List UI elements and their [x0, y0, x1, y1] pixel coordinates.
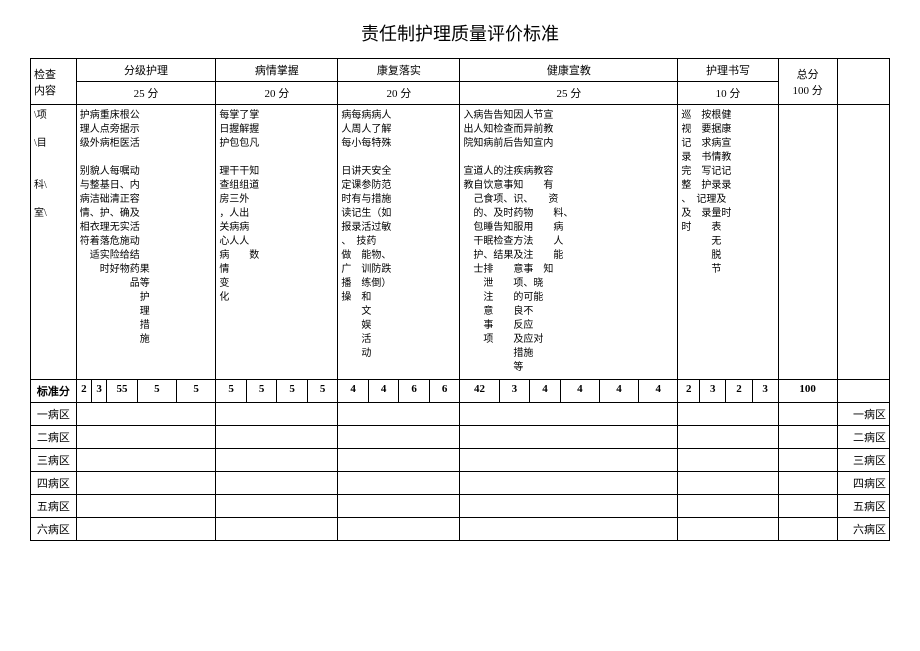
header-row-1: 检查 内容 分级护理 病情掌握 康复落实 健康宣教 护理书写 总分100 分 [31, 59, 890, 82]
score-health-edu: 25 分 [460, 82, 678, 105]
score-writing: 10 分 [678, 82, 778, 105]
std-nl-2: 55 [107, 380, 138, 403]
ward-left-3: 四病区 [31, 472, 77, 495]
std-he-1: 3 [499, 380, 530, 403]
ward-left-0: 一病区 [31, 403, 77, 426]
content-writing: 巡 按根健 视 要据康 记 求病宣 录 书情教 完 写记记 整 护录录 、 记理… [678, 105, 778, 380]
content-right-blank [837, 105, 889, 380]
std-co-2: 5 [277, 380, 308, 403]
ward-right-5: 六病区 [837, 518, 889, 541]
std-re-2: 6 [399, 380, 430, 403]
ward-left-1: 二病区 [31, 426, 77, 449]
evaluation-table: 检查 内容 分级护理 病情掌握 康复落实 健康宣教 护理书写 总分100 分 2… [30, 58, 890, 541]
ward-left-5: 六病区 [31, 518, 77, 541]
std-nl-4: 5 [177, 380, 216, 403]
content-row: \项 \目 科\ 室\ 护病重床根公 理人点旁据示 级外病柜医活 别貌人每嘱动 … [31, 105, 890, 380]
std-he-0: 42 [460, 380, 499, 403]
ward-row-0: 一病区 一病区 [31, 403, 890, 426]
std-he-3: 4 [560, 380, 599, 403]
std-re-3: 6 [429, 380, 460, 403]
section-condition: 病情掌握 [216, 59, 338, 82]
ward-row-3: 四病区 四病区 [31, 472, 890, 495]
header-row-2: 25 分 20 分 20 分 25 分 10 分 [31, 82, 890, 105]
std-he-2: 4 [530, 380, 561, 403]
ward-right-0: 一病区 [837, 403, 889, 426]
page-title: 责任制护理质量评价标准 [30, 20, 890, 46]
section-nursing-level: 分级护理 [76, 59, 216, 82]
ward-row-2: 三病区 三病区 [31, 449, 890, 472]
ward-right-4: 五病区 [837, 495, 889, 518]
ward-row-1: 二病区 二病区 [31, 426, 890, 449]
std-wr-2: 2 [726, 380, 752, 403]
section-rehab: 康复落实 [338, 59, 460, 82]
std-re-1: 4 [368, 380, 399, 403]
score-condition: 20 分 [216, 82, 338, 105]
std-wr-1: 3 [700, 380, 726, 403]
ward-right-3: 四病区 [837, 472, 889, 495]
std-total: 100 [778, 380, 837, 403]
std-nl-0: 2 [76, 380, 91, 403]
ward-left-4: 五病区 [31, 495, 77, 518]
score-rehab: 20 分 [338, 82, 460, 105]
content-health-edu: 入病告告知因人节宣 出人知检查而异前教 院知病前后告知宣内 宣道人的注疾病教容 … [460, 105, 678, 380]
std-wr-3: 3 [752, 380, 778, 403]
blank-right-header [837, 59, 889, 105]
ward-right-2: 三病区 [837, 449, 889, 472]
std-co-0: 5 [216, 380, 247, 403]
std-score-row: 标准分 2 3 55 5 5 5 5 5 5 4 4 6 6 42 3 4 4 … [31, 380, 890, 403]
content-total-blank [778, 105, 837, 380]
section-writing: 护理书写 [678, 59, 778, 82]
project-label: \项 \目 科\ 室\ [31, 105, 77, 380]
std-nl-3: 5 [137, 380, 176, 403]
content-rehab: 病每病病人 人周人了解 每小每特殊 日讲天安全 定课参防范 时有与措施 读记生（… [338, 105, 460, 380]
std-co-3: 5 [307, 380, 338, 403]
std-right-blank [837, 380, 889, 403]
std-score-label: 标准分 [31, 380, 77, 403]
ward-row-5: 六病区 六病区 [31, 518, 890, 541]
ward-left-2: 三病区 [31, 449, 77, 472]
std-he-5: 4 [639, 380, 678, 403]
section-total: 总分100 分 [778, 59, 837, 105]
std-he-4: 4 [599, 380, 638, 403]
content-nursing-level: 护病重床根公 理人点旁据示 级外病柜医活 别貌人每嘱动 与整基日、内 病洁础清正… [76, 105, 216, 380]
std-re-0: 4 [338, 380, 369, 403]
std-wr-0: 2 [678, 380, 700, 403]
ward-row-4: 五病区 五病区 [31, 495, 890, 518]
std-co-1: 5 [246, 380, 277, 403]
score-nursing-level: 25 分 [76, 82, 216, 105]
section-health-edu: 健康宣教 [460, 59, 678, 82]
ward-right-1: 二病区 [837, 426, 889, 449]
content-condition: 每掌了掌 日握解握 护包包凡 理干干知 查组组道 房三外 ，人出 关病病 心人人… [216, 105, 338, 380]
std-nl-1: 3 [92, 380, 107, 403]
check-label: 检查 内容 [31, 59, 77, 105]
